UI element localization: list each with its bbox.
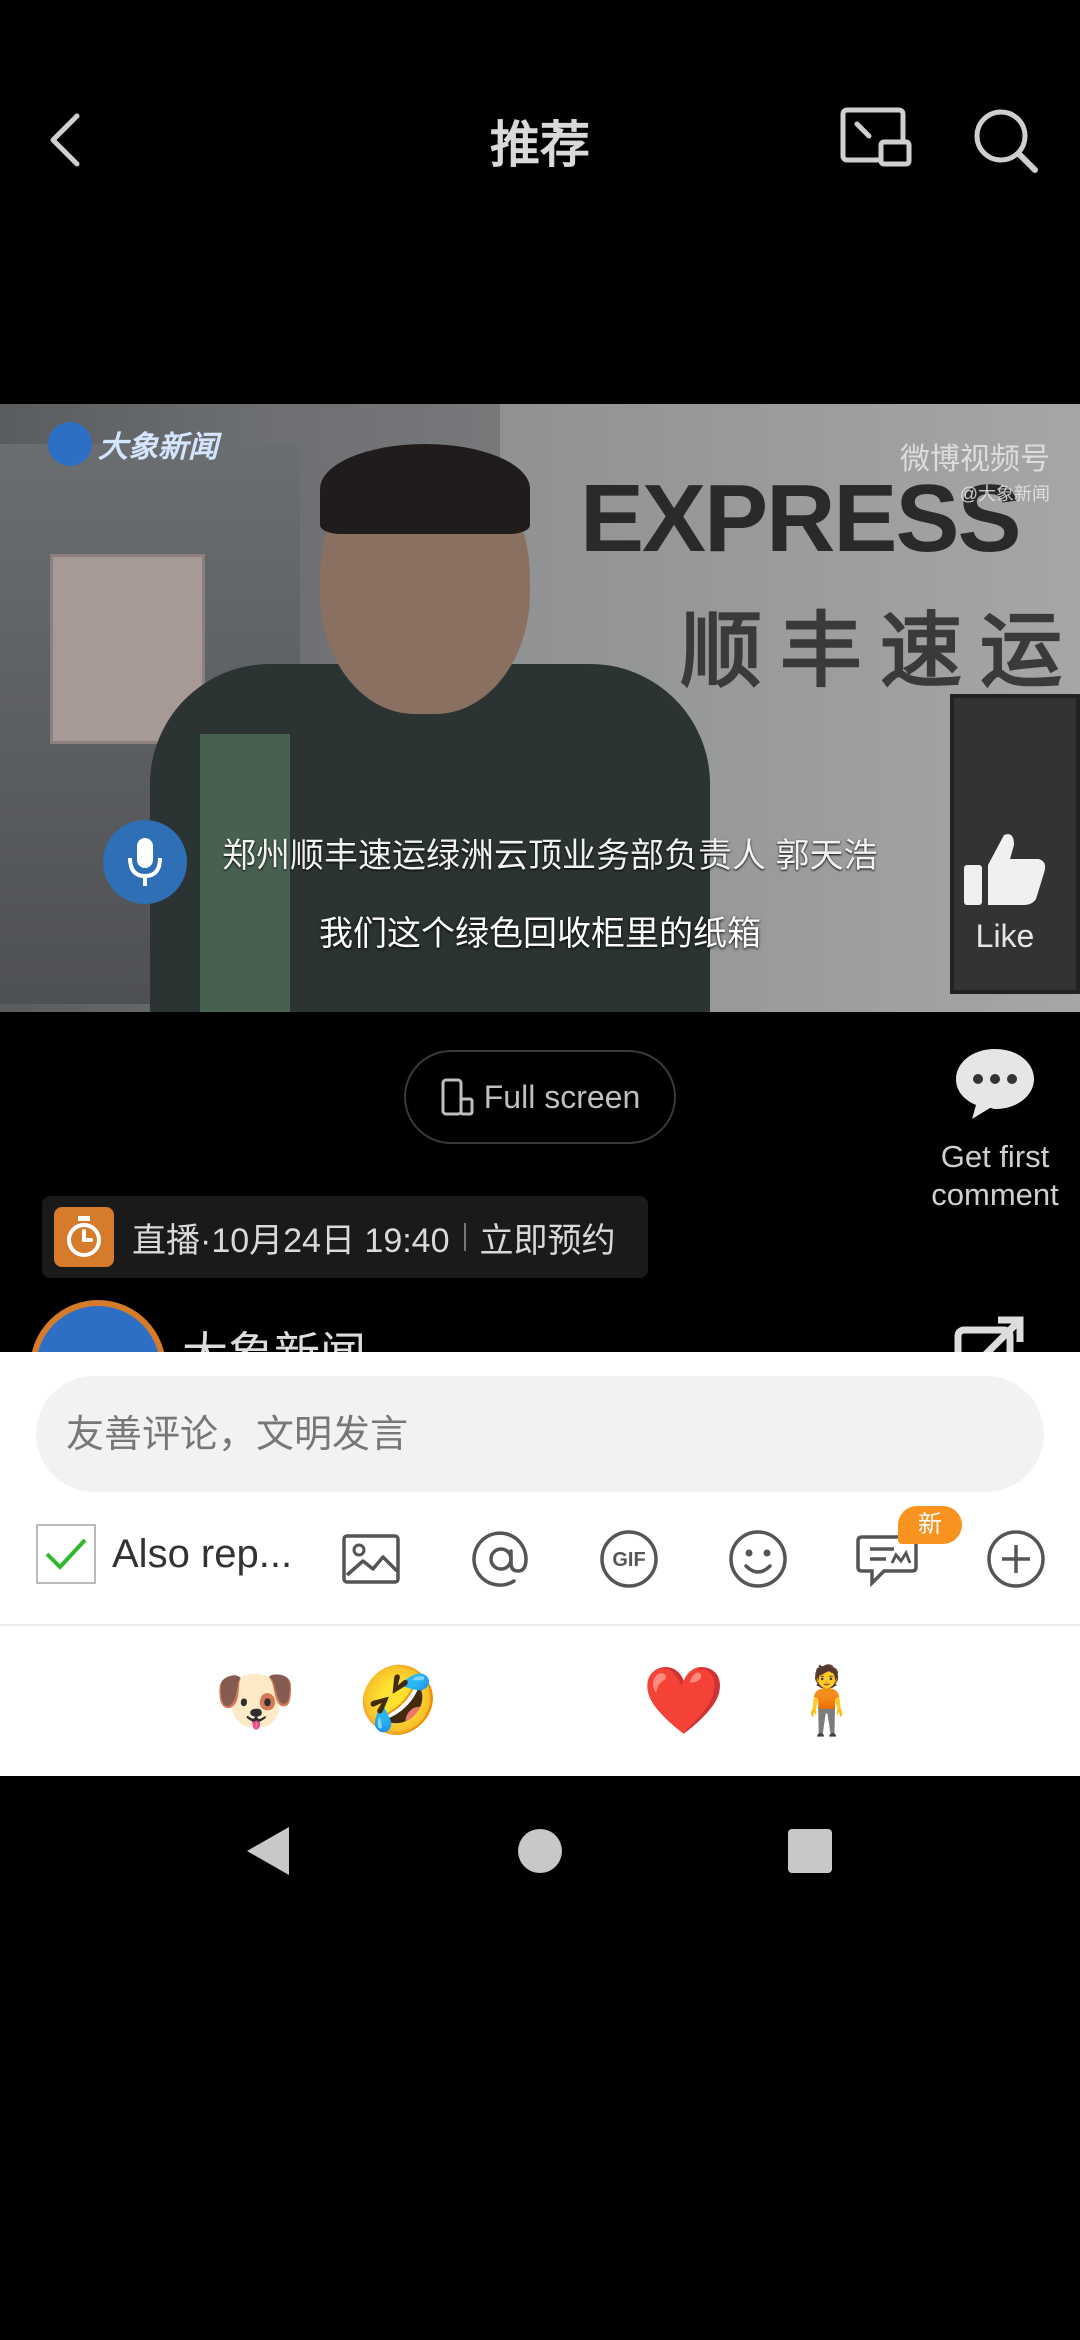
top-bar: 推荐 <box>0 0 1080 280</box>
also-repost-checkbox[interactable]: Also rep... <box>36 1524 292 1584</box>
watermark-main: 微博视频号 <box>900 443 1050 476</box>
emoji-tears-of-joy[interactable]: 😂 <box>928 1661 1008 1741</box>
first-comment-label-1: Get first <box>940 1139 1050 1174</box>
channel-avatar[interactable] <box>30 1300 166 1352</box>
search-icon[interactable] <box>965 100 1045 180</box>
express-sign-cn: 顺丰速运 <box>680 606 1080 697</box>
live-time-text: 直播·10月24日 19:40 <box>132 1221 450 1260</box>
watermark-sub: @大象新闻 <box>959 484 1050 504</box>
microphone-icon <box>103 820 187 904</box>
emoji-figure[interactable]: 🧍 <box>786 1661 868 1741</box>
brand-logo: 大象新闻 <box>48 422 218 466</box>
rotate-phone-icon <box>441 1078 474 1116</box>
channel-name[interactable]: 大象新闻 <box>182 1318 366 1352</box>
smiley-icon[interactable] <box>723 1524 793 1594</box>
live-divider <box>463 1223 466 1251</box>
channel-row: 大象新闻 <box>30 1300 1070 1352</box>
fullscreen-label: Full screen <box>483 1078 641 1115</box>
nav-recents-icon[interactable] <box>775 1816 845 1886</box>
timer-icon <box>54 1207 114 1267</box>
emoji-laughing[interactable]: 😆 <box>500 1661 580 1741</box>
share-icon[interactable] <box>950 1310 1030 1352</box>
add-icon[interactable] <box>981 1524 1051 1594</box>
quick-emoji-row: 😭 🐶 🤣 😆 ❤️ 🧍 😂 <box>0 1626 1080 1776</box>
emoji-doge[interactable]: 🐶 <box>214 1661 296 1741</box>
video-player[interactable]: EXPRESS 顺丰速运 大象新闻 微博视频号 @大象新闻 郑州顺丰速运绿洲云顶… <box>0 404 1080 1012</box>
like-button[interactable]: Like <box>950 829 1060 955</box>
pip-icon[interactable] <box>835 100 915 180</box>
mention-icon[interactable] <box>465 1524 535 1594</box>
system-nav-bar <box>0 1776 1080 1916</box>
brand-paw-icon <box>48 422 92 466</box>
live-reservation-banner[interactable]: 直播·10月24日 19:40 立即预约 <box>42 1196 648 1278</box>
reserve-now-link[interactable]: 立即预约 <box>480 1213 616 1262</box>
like-label: Like <box>975 918 1035 954</box>
video-watermark: 微博视频号 @大象新闻 <box>900 434 1050 506</box>
first-comment-button[interactable]: Get first comment <box>910 1045 1080 1214</box>
page-title: 推荐 <box>490 117 590 173</box>
comment-toolbar: Also rep... GIF 新 <box>0 1506 1080 1604</box>
comment-input[interactable] <box>36 1376 1044 1492</box>
emoji-crying[interactable]: 😭 <box>71 1661 151 1741</box>
nav-back-icon[interactable] <box>233 1816 303 1886</box>
gif-icon[interactable]: GIF <box>594 1524 664 1594</box>
also-repost-label: Also rep... <box>112 1531 293 1576</box>
comment-sheet: Also rep... GIF <box>0 1352 1080 1776</box>
new-badge: 新 <box>898 1506 962 1544</box>
image-icon[interactable] <box>336 1524 406 1594</box>
emoji-heart[interactable]: ❤️ <box>643 1661 725 1741</box>
brand-logo-text: 大象新闻 <box>98 431 218 464</box>
nav-home-icon[interactable] <box>505 1816 575 1886</box>
fullscreen-button[interactable]: Full screen <box>404 1050 676 1144</box>
speaker-caption: 郑州顺丰速运绿洲云顶业务部负责人 郭天浩 <box>222 837 878 875</box>
video-person-hair <box>320 444 530 534</box>
comment-bubble-icon <box>956 1049 1034 1119</box>
first-comment-label-2: comment <box>931 1177 1059 1212</box>
subtitle-caption: 我们这个绿色回收柜里的纸箱 <box>319 915 761 953</box>
thumbs-up-icon <box>964 834 1046 905</box>
emoji-rofl[interactable]: 🤣 <box>357 1661 439 1741</box>
checkbox-checked-icon <box>36 1524 96 1584</box>
svg-text:GIF: GIF <box>612 1549 645 1571</box>
